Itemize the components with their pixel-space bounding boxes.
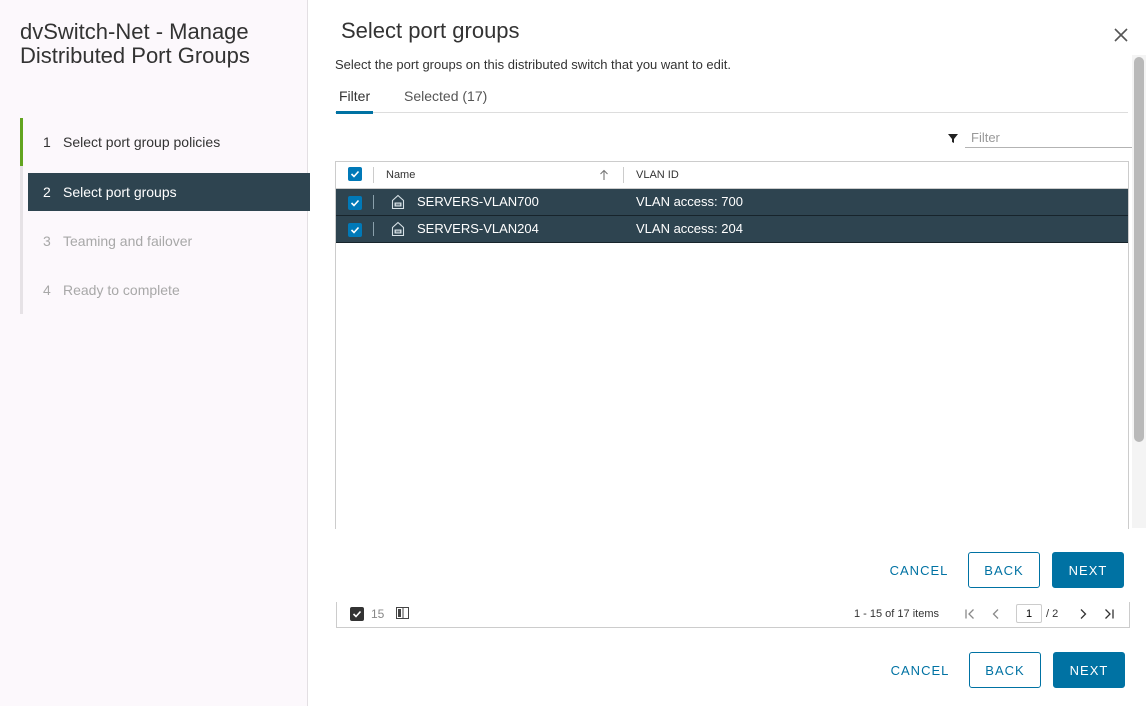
port-groups-grid: Name VLAN ID SERVERS-VLAN700 VLAN access… [335, 161, 1129, 529]
selected-count: 15 [371, 607, 385, 621]
table-row[interactable]: SERVERS-VLAN204 VLAN access: 204 [336, 216, 1128, 243]
column-header-vlan-id[interactable]: VLAN ID [636, 162, 679, 188]
table-row[interactable]: SERVERS-VLAN700 VLAN access: 700 [336, 189, 1128, 216]
prev-page-icon[interactable] [990, 608, 1002, 620]
step-number: 1 [43, 134, 51, 150]
scrollbar-thumb[interactable] [1134, 57, 1144, 442]
footer-cancel-button[interactable]: CANCEL [881, 653, 959, 687]
portgroup-icon [390, 221, 406, 237]
footer-next-button[interactable]: NEXT [1053, 652, 1125, 688]
step-teaming-and-failover: 3 Teaming and failover [28, 222, 310, 260]
filter-bar [947, 127, 1137, 149]
pagination-label: 1 - 15 of 17 items [854, 608, 939, 620]
row-vlan: VLAN access: 700 [636, 194, 743, 209]
next-page-icon[interactable] [1077, 608, 1089, 620]
filter-input[interactable] [965, 127, 1137, 148]
sort-up-icon[interactable] [599, 169, 609, 184]
tab-selected[interactable]: Selected (17) [401, 88, 490, 111]
page-title: Select port groups [341, 18, 520, 43]
column-header-name[interactable]: Name [386, 162, 415, 188]
step-complete-indicator [20, 118, 23, 166]
page-total: / 2 [1046, 608, 1059, 620]
grid-footer: 15 1 - 15 of 17 items / 2 [336, 602, 1130, 628]
close-icon[interactable] [1110, 24, 1132, 46]
row-vlan: VLAN access: 204 [636, 221, 743, 236]
step-number: 2 [43, 184, 51, 200]
column-toggle-icon[interactable] [396, 607, 409, 622]
first-page-icon[interactable] [964, 608, 976, 620]
footer-back-button[interactable]: BACK [969, 652, 1041, 688]
row-separator [373, 195, 374, 209]
column-separator [373, 167, 374, 183]
row-name: SERVERS-VLAN700 [417, 194, 539, 209]
row-name: SERVERS-VLAN204 [417, 221, 539, 236]
step-label: Teaming and failover [63, 233, 193, 249]
select-all-checkbox[interactable] [348, 167, 362, 181]
tab-filter[interactable]: Filter [336, 88, 374, 114]
wizard-steps: 1 Select port group policies 2 Select po… [20, 118, 310, 314]
step-label: Ready to complete [63, 282, 180, 298]
wizard-title: dvSwitch-Net - Manage Distributed Port G… [20, 19, 250, 68]
last-page-icon[interactable] [1103, 608, 1115, 620]
portgroup-icon [390, 194, 406, 210]
row-checkbox[interactable] [348, 196, 362, 210]
step-label: Select port groups [63, 184, 177, 200]
page-number-input[interactable] [1016, 604, 1042, 623]
selected-count-checkbox[interactable] [350, 607, 364, 621]
page-subtitle: Select the port groups on this distribut… [335, 57, 731, 72]
tab-bar: Filter Selected (17) [335, 84, 1128, 114]
scrollbar[interactable] [1132, 55, 1146, 528]
step-label: Select port group policies [63, 134, 221, 150]
step-number: 3 [43, 233, 51, 249]
filter-icon[interactable] [947, 131, 959, 143]
step-ready-to-complete: 4 Ready to complete [28, 271, 310, 309]
step-number: 4 [43, 282, 51, 298]
grid-header: Name VLAN ID [336, 162, 1128, 189]
cancel-button[interactable]: CANCEL [880, 553, 958, 587]
column-separator[interactable] [623, 167, 624, 183]
row-checkbox[interactable] [348, 223, 362, 237]
step-select-port-group-policies[interactable]: 1 Select port group policies [28, 123, 310, 161]
next-button[interactable]: NEXT [1052, 552, 1124, 588]
back-button[interactable]: BACK [968, 552, 1040, 588]
wizard-sidebar: dvSwitch-Net - Manage Distributed Port G… [0, 0, 310, 706]
row-separator [373, 222, 374, 236]
step-select-port-groups[interactable]: 2 Select port groups [28, 173, 310, 211]
